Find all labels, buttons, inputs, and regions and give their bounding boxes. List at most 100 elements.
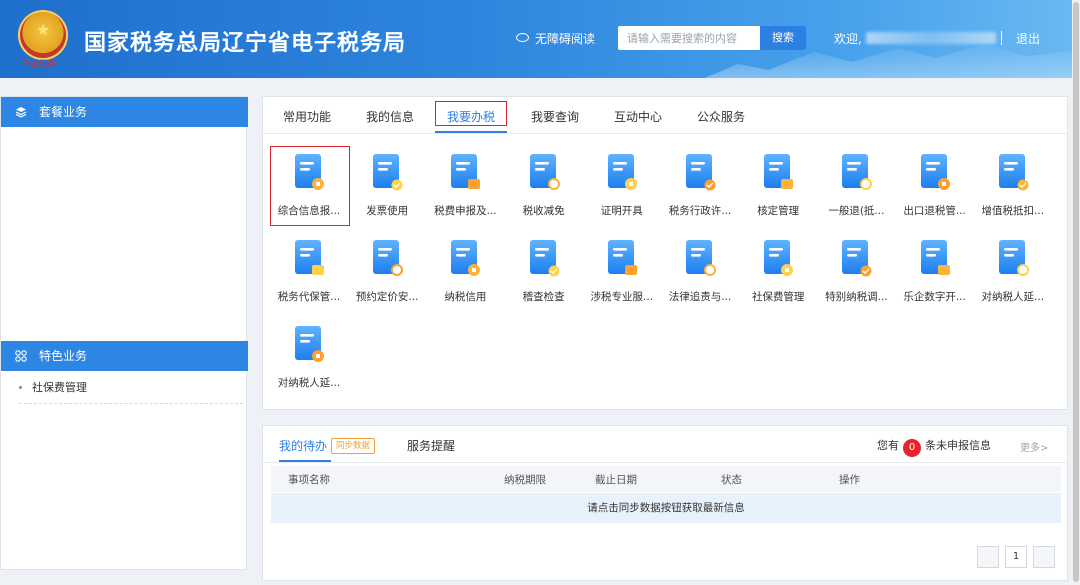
admin-permit-icon	[686, 154, 716, 191]
function-item[interactable]: 涉税专业服...	[583, 234, 659, 310]
bullet-icon	[19, 386, 22, 389]
function-item-label: 税收减免	[522, 205, 565, 217]
function-item-label: 稽查检查	[522, 291, 565, 303]
search-input[interactable]	[618, 26, 762, 50]
function-item[interactable]: 稽查检查	[505, 234, 581, 310]
function-item[interactable]: 税费申报及...	[426, 148, 502, 224]
function-item[interactable]: 乐企数字开...	[896, 234, 972, 310]
tab-interaction[interactable]: 互动中心	[614, 108, 662, 125]
tab-query[interactable]: 我要查询	[531, 108, 579, 125]
search-button[interactable]: 搜索	[760, 26, 806, 50]
digital-invoice-icon	[920, 240, 950, 275]
function-item[interactable]: 增值税抵扣...	[974, 148, 1050, 224]
tax-declare-icon	[451, 154, 481, 189]
function-item[interactable]: 发票使用	[348, 148, 424, 224]
function-item-label: 预约定价安...	[355, 291, 419, 303]
special-adjust-icon	[842, 240, 872, 277]
sidebar: 套餐业务 特色业务 社保费管理	[0, 96, 248, 570]
function-item[interactable]: 税务行政许...	[661, 148, 737, 224]
function-item[interactable]: 证明开具	[583, 148, 659, 224]
export-refund-icon	[920, 154, 950, 190]
extension-icon	[996, 238, 1030, 278]
grid-circles-icon	[15, 350, 27, 362]
function-item-label: 出口退税管...	[903, 205, 966, 217]
sync-data-button[interactable]: 同步数据	[331, 438, 376, 454]
todo-divider	[263, 462, 1067, 463]
column-item-name: 事项名称	[288, 474, 330, 486]
export-refund-icon	[918, 152, 952, 192]
function-item[interactable]: 核定管理	[739, 148, 815, 224]
function-item-label: 增值税抵扣...	[981, 205, 1045, 217]
unreported-info: 您有 0 条未申报信息	[877, 437, 991, 457]
column-deadline: 截止日期	[595, 474, 637, 486]
function-item-label: 涉税专业服...	[590, 291, 654, 303]
unreported-count-badge[interactable]: 0	[903, 439, 921, 457]
invoice-icon	[373, 154, 403, 191]
header-divider	[1001, 31, 1002, 45]
function-item-label: 综合信息报...	[277, 205, 341, 217]
function-item[interactable]: 纳税信用	[426, 234, 502, 310]
function-item-label: 发票使用	[366, 205, 409, 217]
professional-service-icon	[605, 238, 639, 278]
empty-table-message: 请点击同步数据按钮获取最新信息	[271, 493, 1061, 523]
extension-icon	[292, 324, 326, 364]
function-item[interactable]: 特别纳税调...	[817, 234, 893, 310]
tax-declare-icon	[448, 152, 482, 192]
function-item[interactable]: 综合信息报...	[270, 148, 346, 224]
function-item-label: 对纳税人延...	[277, 377, 341, 389]
todo-panel: 我的待办 同步数据 服务提醒 您有 0 条未申报信息 更多> 事项名称 纳税期限 截…	[262, 425, 1068, 581]
tab-public-service[interactable]: 公众服务	[697, 108, 745, 125]
todo-table-header: 事项名称 纳税期限 截止日期 状态 操作	[271, 466, 1061, 492]
function-item[interactable]: 预约定价安...	[348, 234, 424, 310]
legal-icon	[683, 238, 717, 278]
tab-my-todo[interactable]: 我的待办	[279, 437, 327, 454]
eye-icon	[516, 33, 529, 42]
tax-credit-icon	[451, 240, 481, 276]
prev-page-button[interactable]	[977, 546, 999, 568]
function-item[interactable]: 税收减免	[505, 148, 581, 224]
social-security-icon	[761, 238, 795, 278]
emblem-star-icon: ★	[36, 20, 51, 39]
page-scrollbar[interactable]	[1072, 0, 1080, 585]
function-item[interactable]: 对纳税人延...	[974, 234, 1050, 310]
function-item-label: 税务行政许...	[668, 205, 732, 217]
function-item[interactable]: 税务代保管...	[270, 234, 346, 310]
function-item-label: 税费申报及...	[434, 205, 497, 217]
function-item-label: 法律追责与...	[668, 291, 732, 303]
function-item[interactable]: 法律追责与...	[661, 234, 737, 310]
function-item[interactable]: 出口退税管...	[896, 148, 972, 224]
tab-common-functions[interactable]: 常用功能	[283, 108, 331, 125]
scrollbar-thumb[interactable]	[1073, 2, 1079, 582]
function-item-label: 税务代保管...	[277, 291, 341, 303]
function-item[interactable]: 一般退(抵...	[817, 148, 893, 224]
vat-deduct-icon	[998, 154, 1029, 191]
function-item[interactable]: 社保费管理	[739, 234, 815, 310]
sidebar-item-social-security[interactable]: 社保费管理	[19, 373, 243, 404]
search-box: 搜索	[618, 26, 806, 50]
welcome-text: 欢迎,	[834, 30, 996, 47]
report-doc-icon	[295, 154, 324, 190]
tab-handle-tax[interactable]: 我要办税	[447, 108, 495, 125]
next-page-button[interactable]	[1033, 546, 1055, 568]
logout-link[interactable]: 退出	[1016, 30, 1040, 47]
featured-business-header[interactable]: 特色业务	[1, 341, 248, 371]
function-item-label: 纳税信用	[444, 291, 487, 303]
accessibility-link[interactable]: 无障碍阅读	[516, 30, 595, 47]
tab-my-info[interactable]: 我的信息	[366, 108, 414, 125]
more-link[interactable]: 更多>	[1020, 439, 1048, 454]
function-item[interactable]: 对纳税人延...	[270, 320, 346, 396]
pricing-arrangement-icon	[373, 240, 404, 276]
function-item-label: 对纳税人延...	[981, 291, 1045, 303]
sidebar-item-label: 社保费管理	[32, 381, 87, 394]
pricing-arrangement-icon	[370, 238, 404, 278]
active-tab-underline	[435, 131, 507, 133]
page-number-button[interactable]: 1	[1005, 546, 1027, 568]
custody-icon	[295, 240, 324, 275]
unreported-prefix: 您有	[877, 439, 899, 452]
invoice-icon	[370, 152, 404, 192]
function-item-label: 乐企数字开...	[903, 291, 966, 303]
tab-service-reminder[interactable]: 服务提醒	[407, 437, 455, 454]
package-business-header[interactable]: 套餐业务	[1, 97, 248, 127]
special-adjust-icon	[839, 238, 873, 278]
professional-service-icon	[607, 240, 637, 275]
